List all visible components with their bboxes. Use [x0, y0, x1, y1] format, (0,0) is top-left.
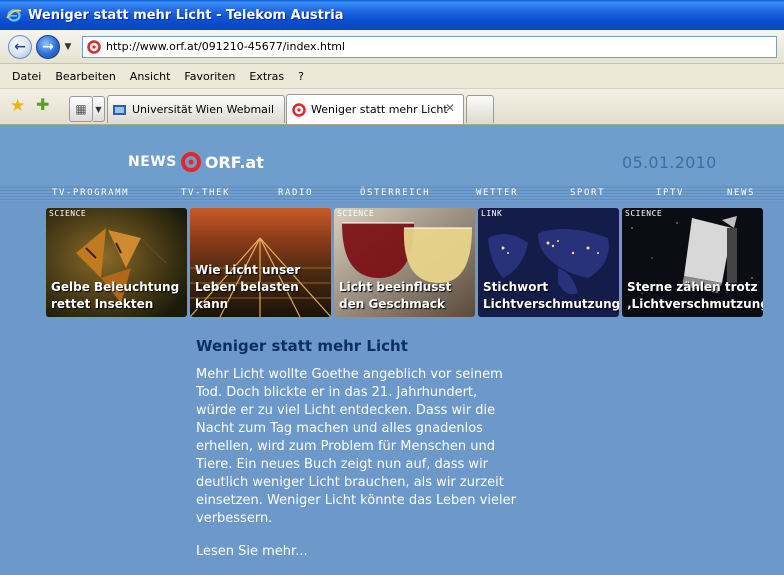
logo-orf-text: ORF.at: [204, 152, 264, 172]
webmail-favicon-icon: [112, 102, 128, 118]
read-more-link[interactable]: Lesen Sie mehr...: [196, 544, 556, 559]
quick-tabs-grid-icon: ▦: [75, 102, 87, 116]
menu-extras[interactable]: Extras: [242, 70, 291, 83]
logo-news-text: NEWS: [128, 154, 177, 170]
article-body: Mehr Licht wollte Goethe angeblich vor s…: [196, 367, 516, 526]
tab-webmail[interactable]: Universität Wien Webmail: [107, 95, 285, 123]
nav-tv-programm[interactable]: TV-PROGRAMM: [52, 188, 129, 198]
page-date: 05.01.2010: [622, 153, 717, 172]
article: Weniger statt mehr Licht Mehr Licht woll…: [196, 337, 556, 559]
nav-wetter[interactable]: WETTER: [476, 188, 518, 198]
teaser-telescope[interactable]: SCIENCE Sterne zählen trotz ‚Lichtversch…: [622, 208, 763, 317]
navigation-bar: ← → ▼ http://www.orf.at/091210-45677/ind…: [0, 30, 784, 64]
tab-list-dropdown[interactable]: ▼: [93, 96, 105, 122]
quick-tabs-button[interactable]: ▦: [69, 96, 93, 122]
address-url[interactable]: http://www.orf.at/091210-45677/index.htm…: [106, 40, 345, 53]
teaser-3-tag: SCIENCE: [337, 209, 375, 218]
forward-button[interactable]: →: [36, 34, 60, 59]
teaser-2-caption: Wie Licht unser Leben belasten kann: [195, 263, 301, 311]
menu-bearbeiten[interactable]: Bearbeiten: [48, 70, 122, 83]
back-arrow-icon: ←: [14, 38, 26, 55]
teaser-1-caption: Gelbe Beleuchtung rettet Insekten: [51, 280, 180, 311]
web-page-content: NEWS ORF.at 05.01.2010 TV-PROGRAMM TV-TH…: [0, 125, 784, 575]
teaser-1-tag: SCIENCE: [49, 209, 87, 218]
favorites-star-icon[interactable]: ★: [10, 97, 28, 115]
window-title-bar: Weniger statt mehr Licht - Telekom Austr…: [0, 0, 784, 30]
menu-favoriten[interactable]: Favoriten: [177, 70, 242, 83]
nav-radio[interactable]: RADIO: [278, 188, 313, 198]
orf-ring-icon: [180, 152, 201, 172]
site-navigation: TV-PROGRAMM TV-THEK RADIO ÖSTERREICH WET…: [0, 187, 784, 201]
menu-datei[interactable]: Datei: [0, 70, 48, 83]
nav-oesterreich[interactable]: ÖSTERREICH: [360, 188, 430, 198]
teaser-5-tag: SCIENCE: [625, 209, 663, 218]
orf-tab-favicon-icon: [291, 102, 307, 118]
teaser-5-caption: Sterne zählen trotz ‚Lichtverschmutzung‘: [627, 280, 763, 311]
nav-tv-thek[interactable]: TV-THEK: [181, 188, 230, 198]
internet-explorer-icon: [6, 7, 22, 23]
add-favorite-icon[interactable]: ✚: [36, 96, 54, 114]
nav-news[interactable]: NEWS: [727, 188, 755, 198]
teaser-world-map[interactable]: LINK Stichwort Lichtverschmutzung: [478, 208, 619, 317]
article-headline: Weniger statt mehr Licht: [196, 337, 408, 355]
new-tab-button[interactable]: [466, 95, 494, 123]
tab-active-label: Weniger statt mehr Licht: [311, 103, 448, 116]
tab-bar: ★ ✚ ▦ ▼ Universität Wien Webmail Weniger…: [0, 89, 784, 125]
history-dropdown-button[interactable]: ▼: [62, 42, 74, 52]
back-button[interactable]: ←: [8, 34, 32, 59]
teaser-4-tag: LINK: [481, 209, 503, 218]
nav-iptv[interactable]: IPTV: [656, 188, 684, 198]
forward-arrow-icon: →: [42, 38, 54, 55]
close-tab-icon[interactable]: ✕: [445, 101, 455, 115]
teaser-butterfly[interactable]: SCIENCE Gelbe Beleuchtung rettet Insekte…: [46, 208, 187, 317]
menu-help[interactable]: ?: [291, 70, 311, 83]
teaser-city-lights[interactable]: Wie Licht unser Leben belasten kann: [190, 208, 331, 317]
teaser-strip: SCIENCE Gelbe Beleuchtung rettet Insekte…: [46, 208, 764, 318]
nav-sport[interactable]: SPORT: [570, 188, 605, 198]
orf-favicon-icon: [87, 39, 101, 54]
teaser-4-caption: Stichwort Lichtverschmutzung: [483, 280, 619, 311]
menu-ansicht[interactable]: Ansicht: [123, 70, 178, 83]
orf-logo[interactable]: NEWS ORF.at: [128, 151, 264, 173]
address-bar[interactable]: http://www.orf.at/091210-45677/index.htm…: [82, 35, 777, 58]
window-title: Weniger statt mehr Licht - Telekom Austr…: [28, 7, 344, 23]
tab-active-article[interactable]: Weniger statt mehr Licht ✕: [286, 94, 464, 124]
tab-webmail-label: Universität Wien Webmail: [132, 103, 275, 116]
teaser-wine[interactable]: SCIENCE Licht beeinflusst den Geschmack: [334, 208, 475, 317]
menu-bar: Datei Bearbeiten Ansicht Favoriten Extra…: [0, 64, 784, 89]
teaser-3-caption: Licht beeinflusst den Geschmack: [339, 280, 452, 311]
